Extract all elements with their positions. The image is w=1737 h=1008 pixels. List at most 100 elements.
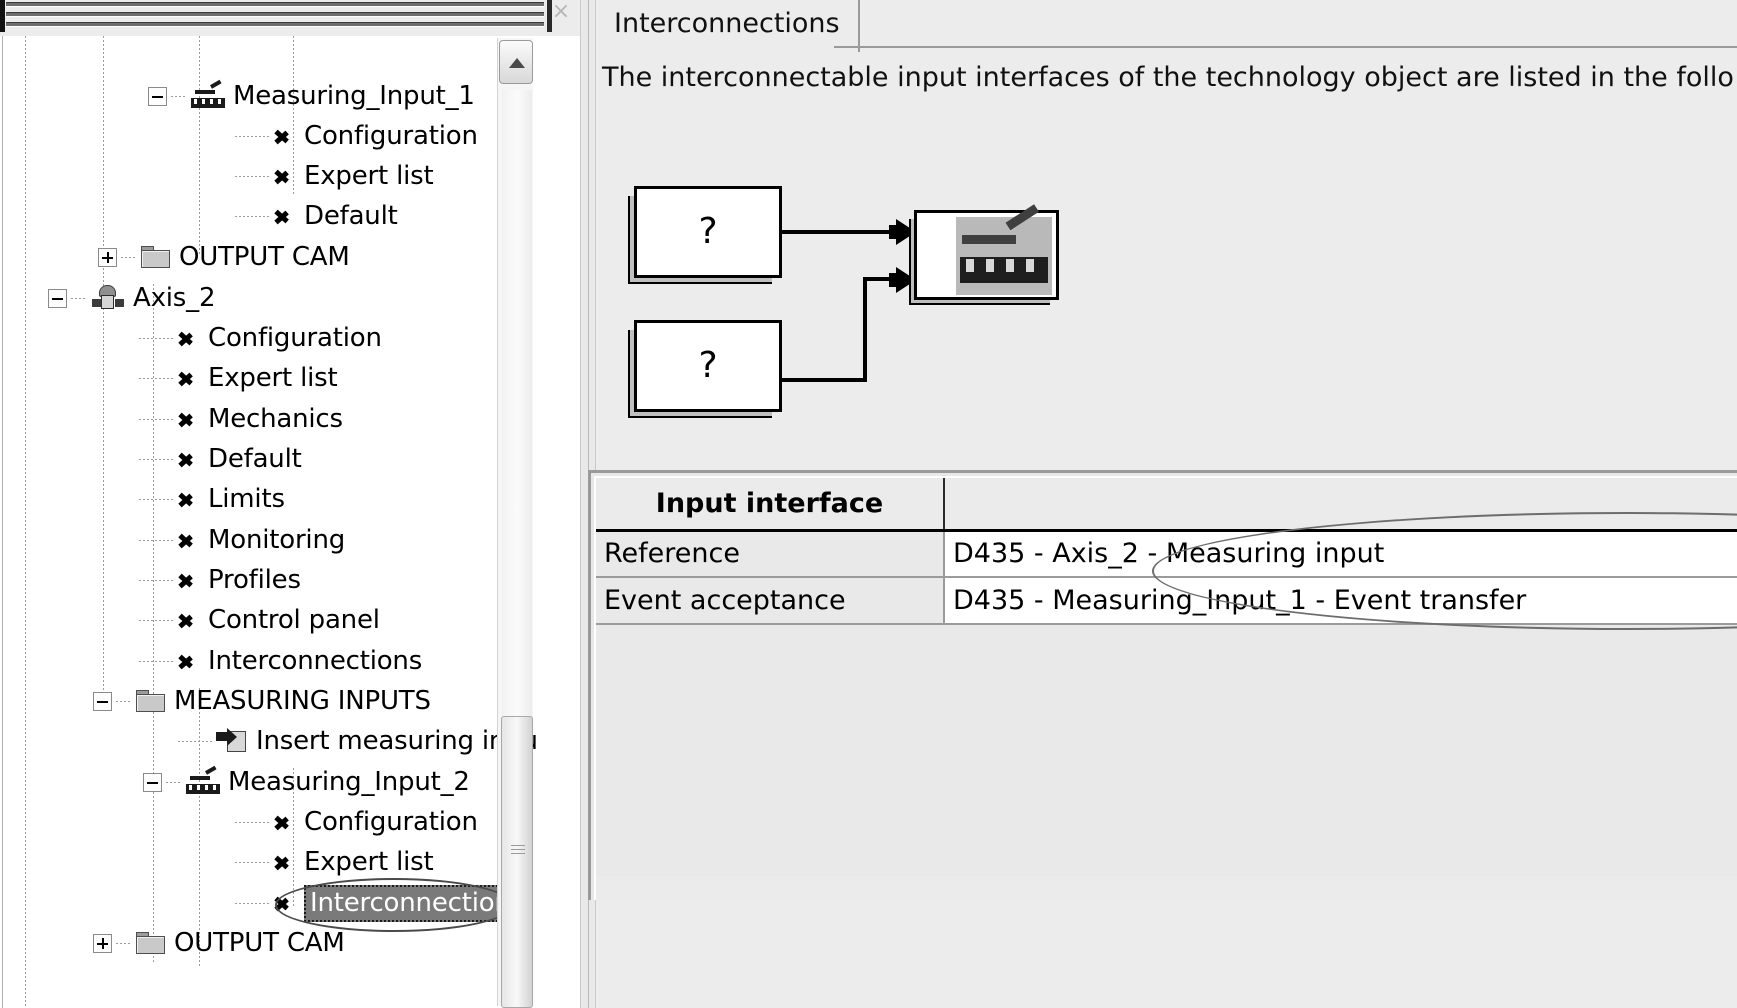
table-empty-row [596,750,1737,792]
expand-icon[interactable] [93,933,112,953]
cell-empty [944,666,1737,708]
tree-item-expert-list[interactable]: Expert list [139,358,338,398]
table-row[interactable]: Event acceptance D435 - Measuring_Input_1… [596,577,1737,625]
cell-empty [944,792,1737,834]
tree-item-interconnections[interactable]: Interconnections [235,883,531,923]
tree-guide-rail [25,36,26,1008]
tree-connector [178,740,212,742]
collapse-icon[interactable] [148,86,167,106]
chevron-right-icon [273,808,295,836]
cell-empty [596,834,944,876]
titlebar-grip-line [6,12,544,17]
tree-item-label: Configuration [304,807,478,837]
folder-icon [136,689,166,713]
tree-item-measuring-inputs[interactable]: MEASURING INPUTS [93,681,431,721]
tree-view[interactable]: Measuring_Input_1 Configuration Expert lis… [2,36,578,1008]
collapse-icon[interactable] [48,288,67,308]
tree-item-label: Measuring_Input_2 [228,767,470,797]
close-icon[interactable]: × [548,0,574,26]
tree-item-output-cam[interactable]: OUTPUT CAM [93,923,345,963]
measuring-input-icon [191,79,225,108]
table-header-row: Input interface [596,478,1737,532]
column-header-input-interface[interactable]: Input interface [596,478,945,532]
cell-empty [944,750,1737,792]
tree-connector [166,781,182,783]
tree-item-configuration[interactable]: Configuration [139,318,382,358]
tree-item-mechanics[interactable]: Mechanics [139,399,343,439]
tree-item-measuring-input-1[interactable]: Measuring_Input_1 [148,76,475,116]
tree-item-monitoring[interactable]: Monitoring [139,520,345,560]
chevron-right-icon [177,566,199,594]
cell-interconnection-value[interactable]: D435 - Axis_2 - Measuring input [944,530,1737,578]
description-text: The interconnectable input interfaces of… [602,62,1734,93]
scroll-up-arrow-button[interactable] [499,40,533,84]
tree-vertical-scrollbar[interactable] [497,38,533,1008]
tree-item-configuration[interactable]: Configuration [235,802,478,842]
tree-connector [235,175,269,177]
tab-interconnections[interactable]: Interconnections [596,0,860,52]
interconnection-diagram: ? ? [596,130,1737,450]
tree-item-output-cam[interactable]: OUTPUT CAM [98,237,350,277]
cell-input-interface[interactable]: Event acceptance [596,577,945,625]
panel-titlebar[interactable]: × [0,0,580,36]
collapse-icon[interactable] [93,691,112,711]
expand-icon[interactable] [98,247,117,267]
tree-connector [139,418,173,420]
chevron-right-icon [177,526,199,554]
table-row[interactable]: Reference D435 - Axis_2 - Measuring input [596,530,1737,578]
chevron-right-icon [177,606,199,634]
axis-icon [91,285,125,311]
scrollbar-grip-icon [511,845,525,856]
chevron-right-icon [273,122,295,150]
tree-connector [235,135,269,137]
source-block-unassigned-2[interactable]: ? [634,320,782,412]
tree-item-label: Default [208,444,302,474]
app-window: × Measuring_Input_1 Configuration Expert l… [0,0,1737,1008]
tree-item-limits[interactable]: Limits [139,479,285,519]
chevron-right-icon [177,647,199,675]
measuring-input-target-block[interactable] [914,204,1059,300]
cell-input-interface[interactable]: Reference [596,530,945,578]
connection-wire-2-vertical [863,277,867,382]
tree-item-label: Axis_2 [133,283,216,313]
tree-item-label: Expert list [304,161,434,191]
cell-interconnection-value[interactable]: D435 - Measuring_Input_1 - Event transfe… [944,577,1737,625]
tree-item-label: Configuration [304,121,478,151]
tree-item-insert-measuring-inpu[interactable]: Insert measuring inpu [178,721,538,761]
cell-empty [944,834,1737,876]
tree-connector [139,377,173,379]
scrollbar-thumb[interactable] [501,716,533,1008]
chevron-right-icon [177,485,199,513]
tree-item-measuring-input-2[interactable]: Measuring_Input_2 [143,762,470,802]
source-block-unassigned-1[interactable]: ? [634,186,782,278]
cell-empty [596,624,944,666]
table-empty-row [596,666,1737,708]
column-header-value[interactable] [944,478,1737,532]
tree-item-configuration[interactable]: Configuration [235,116,478,156]
tree-item-axis-2[interactable]: Axis_2 [48,278,215,318]
tree-item-expert-list[interactable]: Expert list [235,156,434,196]
table-empty-row [596,708,1737,750]
tree-item-default[interactable]: Default [139,439,302,479]
tree-connector [116,942,132,944]
tree-item-interconnections[interactable]: Interconnections [139,641,422,681]
titlebar-left-edge [0,0,5,32]
tree-connector [139,579,173,581]
tree-item-label: Mechanics [208,404,343,434]
tree-item-expert-list[interactable]: Expert list [235,842,434,882]
connection-wire-2 [782,378,867,382]
tree-item-label: Monitoring [208,525,346,555]
tree-connector [116,700,132,702]
tab-strip-filler [834,46,1737,49]
table-empty-row [596,624,1737,666]
tree-item-control-panel[interactable]: Control panel [139,600,380,640]
arrow-head-icon [896,267,916,293]
tab-strip: Interconnections [596,0,1737,52]
tree-item-profiles[interactable]: Profiles [139,560,301,600]
tree-item-default[interactable]: Default [235,196,398,236]
tree-guide-rail [103,36,104,696]
tree-connector [171,95,187,97]
collapse-icon[interactable] [143,772,162,792]
tree-item-label: Interconnections [208,646,423,676]
chevron-right-icon [177,445,199,473]
